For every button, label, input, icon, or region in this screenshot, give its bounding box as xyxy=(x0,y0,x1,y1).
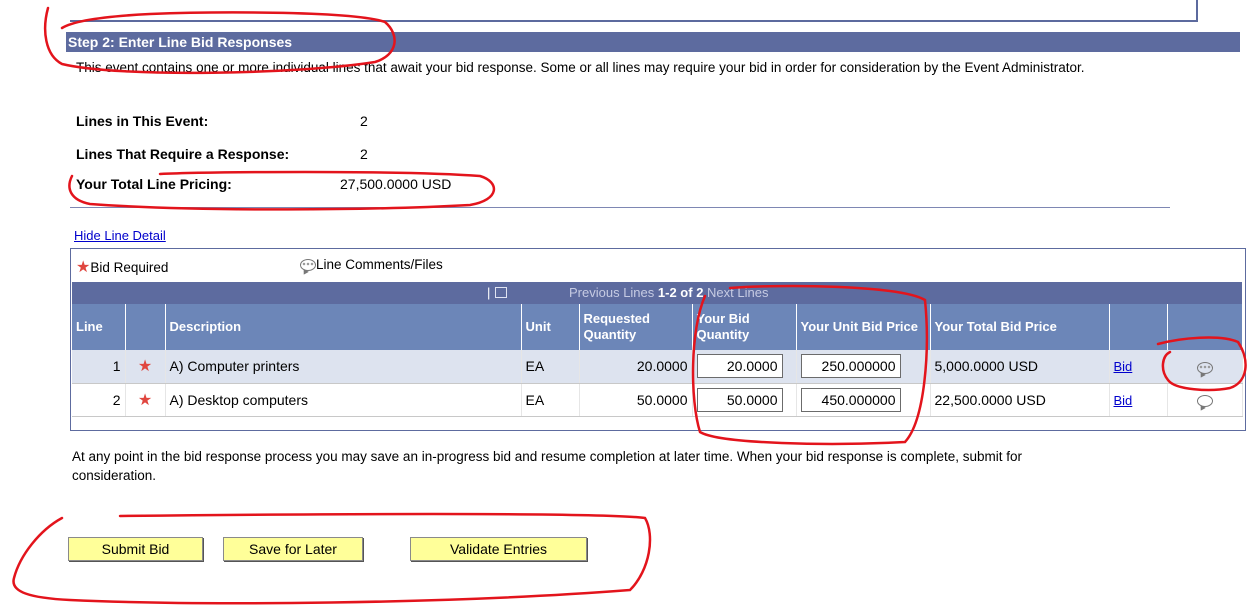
col-header-bid-quantity: Your Bid Quantity xyxy=(692,304,797,350)
col-header-bid-link xyxy=(1109,304,1168,350)
section-divider xyxy=(70,207,1170,208)
required-cell: ★ xyxy=(125,350,166,384)
col-header-required xyxy=(125,304,166,350)
intro-text: This event contains one or more individu… xyxy=(76,60,1085,75)
bid-required-star-icon: ★ xyxy=(76,259,91,276)
grid-nav-text: Previous Lines 1-2 of 2 Next Lines xyxy=(569,282,768,304)
top-frame-edge xyxy=(1196,0,1198,22)
table-row: 2 ★ A) Desktop computers EA 50.0000 22,5… xyxy=(72,383,1243,417)
requested-quantity: 20.0000 xyxy=(579,350,693,384)
validate-entries-button[interactable]: Validate Entries xyxy=(410,537,587,561)
bid-quantity-cell xyxy=(692,350,797,384)
unit-bid-price-input[interactable] xyxy=(800,354,901,379)
stat-value-lines-require-response: 2 xyxy=(360,146,368,162)
line-description: A) Computer printers xyxy=(165,350,522,384)
stat-label-lines-in-event: Lines in This Event: xyxy=(76,113,209,129)
line-description: A) Desktop computers xyxy=(165,383,522,417)
save-for-later-button[interactable]: Save for Later xyxy=(223,537,363,561)
table-row: 1 ★ A) Computer printers EA 20.0000 5,00… xyxy=(72,350,1243,384)
line-number: 2 xyxy=(72,383,126,417)
required-cell: ★ xyxy=(125,383,166,417)
bid-link[interactable]: Bid xyxy=(1114,359,1133,374)
bid-quantity-input[interactable] xyxy=(696,354,783,379)
grid-range: 1-2 of 2 xyxy=(657,285,704,300)
comment-with-files-icon[interactable] xyxy=(1196,361,1213,374)
line-unit: EA xyxy=(521,383,580,417)
legend-comments-label: Line Comments/Files xyxy=(316,257,443,272)
submit-bid-button[interactable]: Submit Bid xyxy=(68,537,203,561)
col-header-total-bid-price: Your Total Bid Price xyxy=(930,304,1110,350)
grid-navigation-bar: | Previous Lines 1-2 of 2 Next Lines xyxy=(72,282,1242,304)
col-header-requested-quantity: Requested Quantity xyxy=(579,304,693,350)
hide-line-detail-link[interactable]: Hide Line Detail xyxy=(74,228,166,243)
bid-link-cell: Bid xyxy=(1109,350,1168,384)
comments-cell xyxy=(1167,383,1243,417)
bid-required-star-icon: ★ xyxy=(137,358,153,376)
requested-quantity: 50.0000 xyxy=(579,383,693,417)
total-bid-price: 22,500.0000 USD xyxy=(930,383,1110,417)
next-lines-link[interactable]: Next Lines xyxy=(707,285,768,300)
bid-link[interactable]: Bid xyxy=(1114,393,1133,408)
total-bid-price: 5,000.0000 USD xyxy=(930,350,1110,384)
bid-required-star-icon: ★ xyxy=(137,391,153,409)
stat-value-lines-in-event: 2 xyxy=(360,113,368,129)
comment-empty-icon[interactable] xyxy=(1196,394,1213,407)
section-title: Step 2: Enter Line Bid Responses xyxy=(66,32,1240,52)
line-number: 1 xyxy=(72,350,126,384)
previous-lines-link[interactable]: Previous Lines xyxy=(569,285,654,300)
legend-bid-required: ★Bid Required xyxy=(76,257,168,277)
bid-quantity-cell xyxy=(692,383,797,417)
col-header-unit-bid-price: Your Unit Bid Price xyxy=(796,304,931,350)
stat-label-lines-require-response: Lines That Require a Response: xyxy=(76,146,290,162)
top-frame-line xyxy=(70,20,1198,22)
stat-label-total-line-pricing: Your Total Line Pricing: xyxy=(76,176,232,192)
legend-bid-required-label: Bid Required xyxy=(90,260,169,275)
bid-quantity-input[interactable] xyxy=(696,387,783,412)
view-all-grid-icon[interactable] xyxy=(495,287,507,298)
unit-price-cell xyxy=(796,383,931,417)
col-header-line: Line xyxy=(72,304,126,350)
footer-instructions: At any point in the bid response process… xyxy=(72,449,1022,483)
comments-cell xyxy=(1167,350,1243,384)
stat-value-total-line-pricing: 27,500.0000 USD xyxy=(340,176,452,192)
comment-with-files-icon xyxy=(300,259,316,272)
line-unit: EA xyxy=(521,350,580,384)
col-header-unit: Unit xyxy=(521,304,580,350)
table-header-row: Line Description Unit Requested Quantity… xyxy=(72,304,1243,350)
col-header-comments xyxy=(1167,304,1243,350)
grid-separator-icon: | xyxy=(487,285,491,300)
col-header-description: Description xyxy=(165,304,522,350)
unit-price-cell xyxy=(796,350,931,384)
unit-bid-price-input[interactable] xyxy=(800,387,901,412)
legend-comments: Line Comments/Files xyxy=(300,257,443,272)
bid-link-cell: Bid xyxy=(1109,383,1168,417)
line-bid-table: Line Description Unit Requested Quantity… xyxy=(72,304,1243,417)
